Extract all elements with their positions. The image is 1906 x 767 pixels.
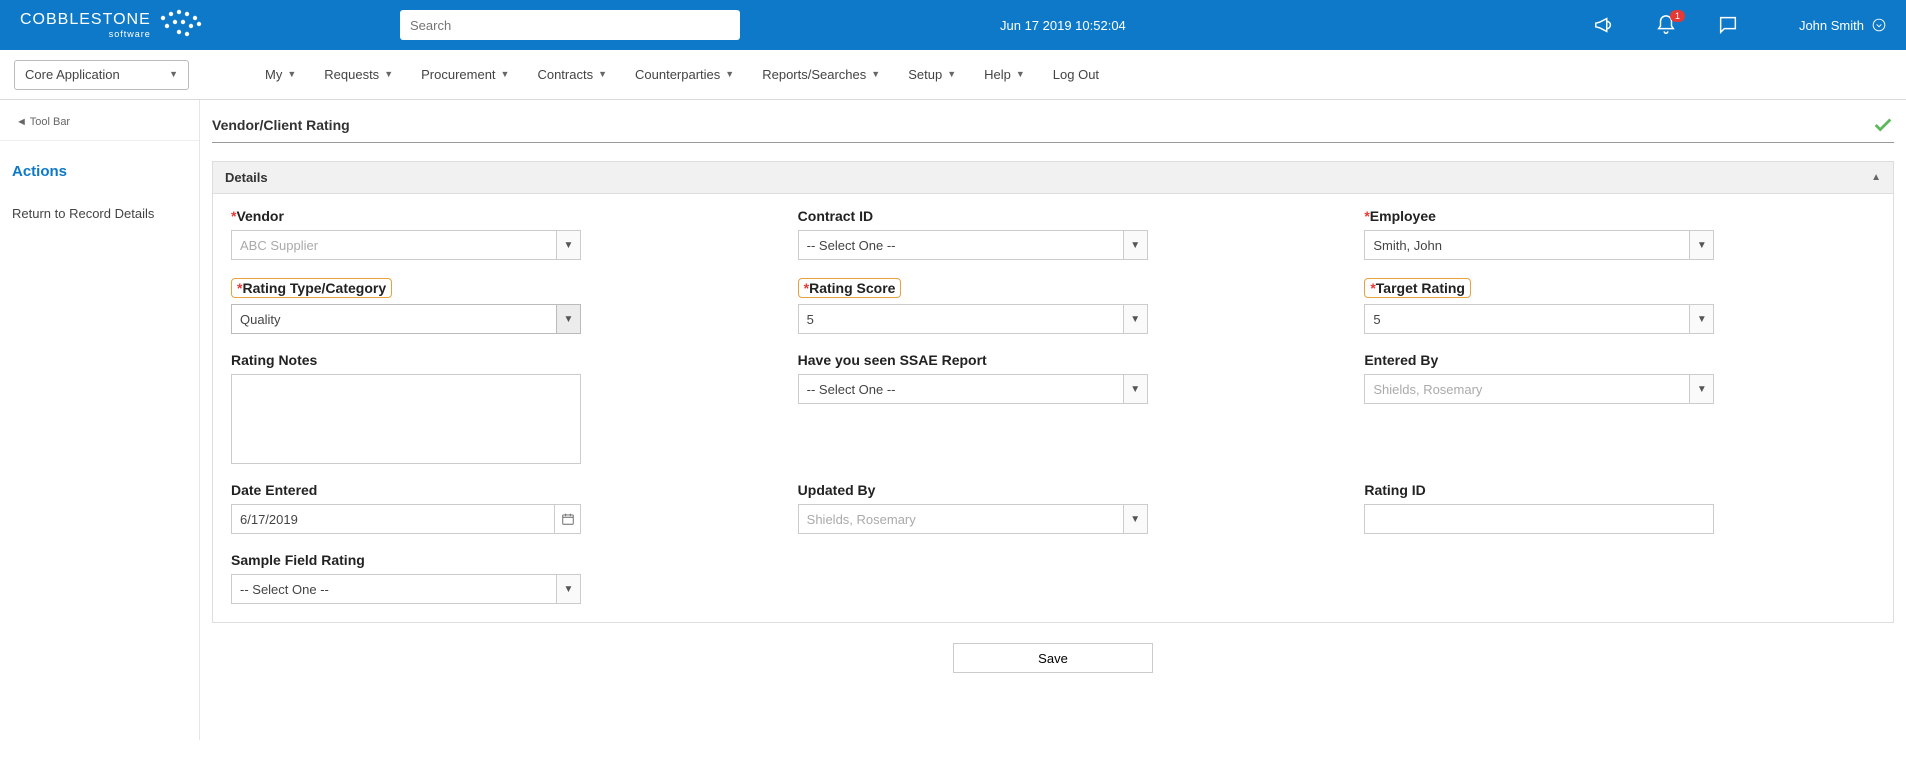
sidebar-return-link[interactable]: Return to Record Details xyxy=(0,196,199,231)
rating-type-select-toggle[interactable]: ▼ xyxy=(557,304,581,334)
date-entered-input[interactable]: 6/17/2019 xyxy=(231,504,555,534)
logo: COBBLESTONE software xyxy=(20,8,400,42)
field-date-entered: Date Entered 6/17/2019 xyxy=(231,482,742,534)
details-panel-head[interactable]: Details ▲ xyxy=(213,162,1893,194)
core-application-select[interactable]: Core Application ▼ xyxy=(14,60,189,90)
details-panel: Details ▲ *Vendor ABC Supplier ▼ Contrac… xyxy=(212,161,1894,623)
target-rating-select-toggle[interactable]: ▼ xyxy=(1690,304,1714,334)
megaphone-icon[interactable] xyxy=(1593,14,1615,36)
nav-reports[interactable]: Reports/Searches▼ xyxy=(762,67,880,82)
field-rating-notes: Rating Notes xyxy=(231,352,742,464)
employee-select-toggle[interactable]: ▼ xyxy=(1690,230,1714,260)
field-rating-score: *Rating Score 5 ▼ xyxy=(798,278,1309,334)
nav-row: Core Application ▼ My▼ Requests▼ Procure… xyxy=(0,50,1906,100)
nav-my[interactable]: My▼ xyxy=(265,67,296,82)
rating-notes-textarea[interactable] xyxy=(231,374,581,464)
rating-score-select-toggle[interactable]: ▼ xyxy=(1124,304,1148,334)
rating-type-select[interactable]: Quality xyxy=(231,304,557,334)
content: Vendor/Client Rating Details ▲ *Vendor A… xyxy=(200,100,1906,740)
actions-heading: Actions xyxy=(0,141,199,196)
employee-select[interactable]: Smith, John xyxy=(1364,230,1690,260)
nav-logout[interactable]: Log Out xyxy=(1053,67,1099,82)
chevron-down-icon xyxy=(1872,18,1886,32)
field-vendor: *Vendor ABC Supplier ▼ xyxy=(231,208,742,260)
vendor-select-toggle[interactable]: ▼ xyxy=(557,230,581,260)
nav-counterparties[interactable]: Counterparties▼ xyxy=(635,67,734,82)
username-label: John Smith xyxy=(1799,18,1864,33)
chevron-down-icon: ▼ xyxy=(725,69,734,79)
sidebar: ◄ Tool Bar Actions Return to Record Deta… xyxy=(0,100,200,740)
user-menu[interactable]: John Smith xyxy=(1799,18,1886,33)
field-employee: *Employee Smith, John ▼ xyxy=(1364,208,1875,260)
search-wrap xyxy=(400,10,740,40)
nav-requests[interactable]: Requests▼ xyxy=(324,67,393,82)
vendor-select[interactable]: ABC Supplier xyxy=(231,230,557,260)
nav-contracts[interactable]: Contracts▼ xyxy=(537,67,607,82)
chevron-down-icon: ▼ xyxy=(598,69,607,79)
core-application-label: Core Application xyxy=(25,67,120,82)
field-entered-by: Entered By Shields, Rosemary ▼ xyxy=(1364,352,1875,464)
chevron-down-icon: ▼ xyxy=(287,69,296,79)
chevron-down-icon: ▼ xyxy=(384,69,393,79)
field-target-rating: *Target Rating 5 ▼ xyxy=(1364,278,1875,334)
collapse-icon: ▲ xyxy=(1871,172,1881,183)
save-button[interactable]: Save xyxy=(953,643,1153,673)
ssae-select-toggle[interactable]: ▼ xyxy=(1124,374,1148,404)
calendar-icon[interactable] xyxy=(555,504,581,534)
ssae-select[interactable]: -- Select One -- xyxy=(798,374,1124,404)
chat-icon[interactable] xyxy=(1717,14,1739,36)
updated-by-select-toggle: ▼ xyxy=(1124,504,1148,534)
entered-by-select: Shields, Rosemary xyxy=(1364,374,1690,404)
page-title-row: Vendor/Client Rating xyxy=(212,114,1894,143)
logo-dots-icon xyxy=(157,8,205,42)
rating-score-select[interactable]: 5 xyxy=(798,304,1124,334)
sample-rating-select[interactable]: -- Select One -- xyxy=(231,574,557,604)
chevron-down-icon: ▼ xyxy=(947,69,956,79)
field-ssae: Have you seen SSAE Report -- Select One … xyxy=(798,352,1309,464)
bell-icon[interactable]: 1 xyxy=(1655,14,1677,36)
updated-by-select: Shields, Rosemary xyxy=(798,504,1124,534)
field-sample-rating: Sample Field Rating -- Select One -- ▼ xyxy=(231,552,742,604)
search-input[interactable] xyxy=(400,10,740,40)
details-panel-title: Details xyxy=(225,170,268,185)
field-rating-type: *Rating Type/Category Quality ▼ xyxy=(231,278,742,334)
contract-id-select[interactable]: -- Select One -- xyxy=(798,230,1124,260)
contract-id-select-toggle[interactable]: ▼ xyxy=(1124,230,1148,260)
logo-subtext: software xyxy=(20,29,151,39)
chevron-down-icon: ▼ xyxy=(501,69,510,79)
nav-setup[interactable]: Setup▼ xyxy=(908,67,956,82)
chevron-down-icon: ▼ xyxy=(169,69,178,79)
sample-rating-select-toggle[interactable]: ▼ xyxy=(557,574,581,604)
nav-help[interactable]: Help▼ xyxy=(984,67,1025,82)
checkmark-icon xyxy=(1872,114,1894,136)
datetime: Jun 17 2019 10:52:04 xyxy=(1000,18,1126,33)
page-title: Vendor/Client Rating xyxy=(212,117,350,133)
top-bar: COBBLESTONE software Jun 17 2019 10:52:0… xyxy=(0,0,1906,50)
chevron-down-icon: ▼ xyxy=(871,69,880,79)
field-contract-id: Contract ID -- Select One -- ▼ xyxy=(798,208,1309,260)
nav-procurement[interactable]: Procurement▼ xyxy=(421,67,509,82)
entered-by-select-toggle: ▼ xyxy=(1690,374,1714,404)
chevron-down-icon: ▼ xyxy=(1016,69,1025,79)
notification-badge: 1 xyxy=(1670,10,1685,22)
field-updated-by: Updated By Shields, Rosemary ▼ xyxy=(798,482,1309,534)
rating-id-input[interactable] xyxy=(1364,504,1714,534)
toolbar-toggle[interactable]: ◄ Tool Bar xyxy=(0,110,199,141)
logo-text: COBBLESTONE xyxy=(20,11,151,28)
top-icons: 1 xyxy=(1593,14,1739,36)
target-rating-select[interactable]: 5 xyxy=(1364,304,1690,334)
field-rating-id: Rating ID xyxy=(1364,482,1875,534)
